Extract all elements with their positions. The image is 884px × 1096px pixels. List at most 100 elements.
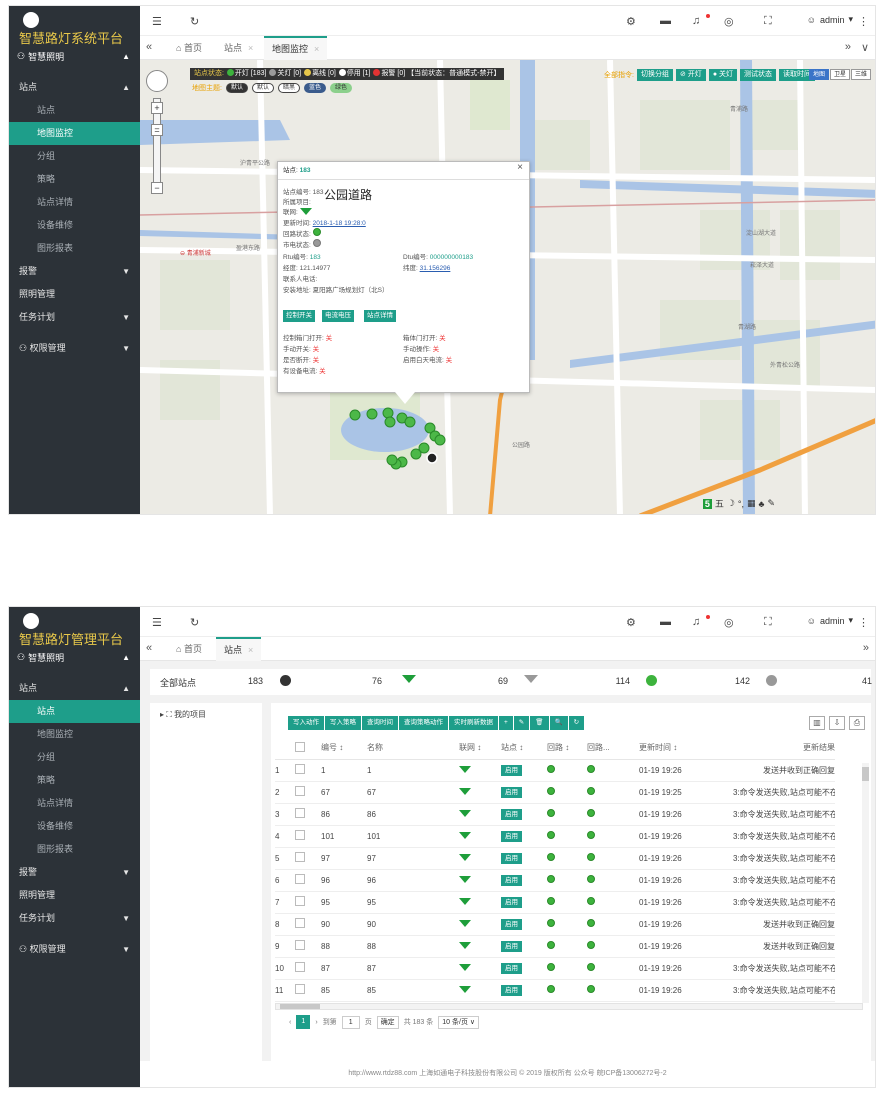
sidebar-item[interactable]: ⚇ 权限管理 ▼	[9, 337, 140, 360]
zoom-out-button[interactable]: −	[151, 182, 163, 194]
sidebar-item[interactable]: 任务计划 ▼	[9, 306, 140, 329]
sidebar-item[interactable]: ⚇ 权限管理 ▼	[9, 938, 140, 961]
column-header[interactable]: 回路 ↕	[547, 743, 569, 752]
skin-icon[interactable]: ♣	[759, 499, 765, 509]
map-type-map[interactable]: 地图	[808, 69, 829, 80]
sidebar-item[interactable]: 图形报表	[9, 838, 140, 861]
close-icon[interactable]: ×	[248, 645, 253, 655]
punctuation-icon[interactable]: °,	[738, 499, 744, 509]
refresh-icon[interactable]: ↻	[190, 616, 199, 629]
close-icon[interactable]: ×	[517, 162, 523, 173]
row-checkbox[interactable]	[295, 918, 305, 928]
sidebar-item[interactable]: 设备维修	[9, 214, 140, 237]
tabs-back-icon[interactable]: «	[146, 642, 152, 654]
sidebar-item[interactable]: 站点 ▲	[9, 677, 140, 700]
sidebar-item[interactable]: 地图监控	[9, 122, 140, 145]
sidebar-item[interactable]: 报警 ▼	[9, 260, 140, 283]
wrench-icon[interactable]: ✎	[767, 498, 775, 509]
bell-icon[interactable]: ♫	[692, 15, 700, 27]
sidebar-item[interactable]: 任务计划 ▼	[9, 907, 140, 930]
table-row[interactable]: 3 86 86 启用 01-19 19:26 3:命令发送失败,站点可能不在线	[275, 803, 835, 826]
print-icon[interactable]: ⎙	[849, 716, 865, 730]
sidebar-item[interactable]: 设备维修	[9, 815, 140, 838]
close-icon[interactable]: ×	[314, 44, 319, 54]
table-row[interactable]: 2 67 67 启用 01-19 19:25 3:命令发送失败,站点可能不在线	[275, 781, 835, 804]
tabs-back-icon[interactable]: «	[146, 41, 152, 53]
row-checkbox[interactable]	[295, 830, 305, 840]
menu-toggle-icon[interactable]: ☰	[152, 616, 162, 629]
sidebar-item[interactable]: 报警 ▼	[9, 861, 140, 884]
sidebar-item[interactable]: 照明管理	[9, 283, 140, 306]
column-header[interactable]: 联网 ↕	[459, 743, 481, 752]
tabs-forward-icon[interactable]: »	[845, 41, 851, 53]
pan-control[interactable]	[146, 70, 168, 92]
update-time-link[interactable]: 2018-1-18 19:28:0	[313, 220, 366, 227]
fullscreen-icon[interactable]: ⛶	[764, 15, 772, 28]
column-header[interactable]: 站点 ↕	[501, 743, 523, 752]
row-checkbox[interactable]	[295, 984, 305, 994]
query-time-button[interactable]: 查询时间	[362, 716, 398, 730]
sidebar-item[interactable]: 图形报表	[9, 237, 140, 260]
fullscreen-icon[interactable]: ⛶	[764, 616, 772, 629]
project-selector[interactable]: ⚇ 智慧照明 ▲	[9, 649, 140, 665]
sidebar-item[interactable]: 站点详情	[9, 191, 140, 214]
menu-toggle-icon[interactable]: ☰	[152, 15, 162, 28]
theme-pill[interactable]: 绿色	[330, 83, 353, 93]
scroll-thumb[interactable]	[862, 767, 869, 781]
user-menu[interactable]: ☺ admin ▾	[807, 615, 853, 626]
lights-off-button[interactable]: ● 关灯	[708, 69, 737, 81]
project-selector[interactable]: ⚇ 智慧照明 ▲	[9, 48, 140, 64]
row-checkbox[interactable]	[295, 852, 305, 862]
map-view[interactable]: + = − 站点状态: 开灯 [183] 关灯 [0] 离线 [0] 停用 [1…	[140, 60, 875, 514]
bell-icon[interactable]: ♫	[692, 616, 700, 628]
refresh-icon[interactable]: ↻	[190, 15, 199, 28]
tabs-forward-icon[interactable]: »	[863, 642, 869, 654]
table-row[interactable]: 6 96 96 启用 01-19 19:26 3:命令发送失败,站点可能不在线	[275, 869, 835, 892]
close-icon[interactable]: ×	[248, 43, 253, 53]
tab-station[interactable]: 站点 ×	[216, 637, 262, 661]
table-row[interactable]: 10 87 87 启用 01-19 19:26 3:命令发送失败,站点可能不在线	[275, 957, 835, 980]
column-header[interactable]: 回路...	[587, 743, 610, 752]
prev-page-icon[interactable]: ‹	[289, 1019, 291, 1026]
delete-icon[interactable]: 🗑	[530, 716, 549, 730]
theme-icon[interactable]: ◎	[724, 15, 734, 28]
control-switch-button[interactable]: 控制开关	[283, 310, 315, 322]
row-checkbox[interactable]	[295, 962, 305, 972]
moon-icon[interactable]: ☽	[727, 498, 735, 509]
table-row[interactable]: 5 97 97 启用 01-19 19:26 3:命令发送失败,站点可能不在线	[275, 847, 835, 870]
current-voltage-button[interactable]: 电流电压	[322, 310, 354, 322]
query-strategy-button[interactable]: 查询策略动作	[399, 716, 448, 730]
test-status-button[interactable]: 测试状态	[740, 69, 776, 81]
table-row[interactable]: 8 90 90 启用 01-19 19:26 发送并收到正确回复	[275, 913, 835, 936]
theme-icon[interactable]: ◎	[724, 616, 734, 629]
sidebar-item[interactable]: 地图监控	[9, 723, 140, 746]
user-menu[interactable]: ☺ admin ▾	[807, 14, 853, 25]
tab-station[interactable]: 站点 ×	[216, 36, 261, 60]
columns-icon[interactable]: ▥	[809, 716, 825, 730]
realtime-refresh-button[interactable]: 实时刷新数据	[449, 716, 498, 730]
select-all-checkbox[interactable]	[295, 741, 305, 752]
table-row[interactable]: 4 101 101 启用 01-19 19:26 3:命令发送失败,站点可能不在线	[275, 825, 835, 848]
table-row[interactable]: 1 1 1 启用 01-19 19:26 发送并收到正确回复	[275, 759, 835, 782]
zoom-handle[interactable]: =	[151, 124, 163, 136]
theme-pill[interactable]: 默认	[251, 83, 274, 93]
tree-node-my-project[interactable]: ▸ ⛶ 我的项目	[160, 710, 206, 719]
goto-confirm-button[interactable]: 确定	[376, 1015, 399, 1029]
column-header[interactable]: 名称	[367, 743, 383, 752]
search-icon[interactable]: 🔍	[549, 716, 568, 730]
sidebar-item[interactable]: 策略	[9, 168, 140, 191]
page-number-current[interactable]: 1	[296, 1015, 311, 1029]
map-type-3d[interactable]: 三维	[850, 69, 871, 80]
row-checkbox[interactable]	[295, 940, 305, 950]
message-icon[interactable]: ▬	[660, 15, 671, 27]
table-row[interactable]: 9 88 88 启用 01-19 19:26 发送并收到正确回复	[275, 935, 835, 958]
add-icon[interactable]: +	[499, 716, 513, 730]
page-size-select[interactable]: 10 条/页 ∨	[438, 1015, 480, 1029]
sidebar-item[interactable]: 站点	[9, 99, 140, 122]
latitude-link[interactable]: 31.156296	[420, 265, 451, 272]
vertical-scrollbar[interactable]	[862, 763, 869, 1003]
more-icon[interactable]: ⋮	[858, 15, 869, 28]
row-checkbox[interactable]	[295, 808, 305, 818]
write-strategy-button[interactable]: 写入策略	[325, 716, 361, 730]
sidebar-item[interactable]: 站点 ▲	[9, 76, 140, 99]
